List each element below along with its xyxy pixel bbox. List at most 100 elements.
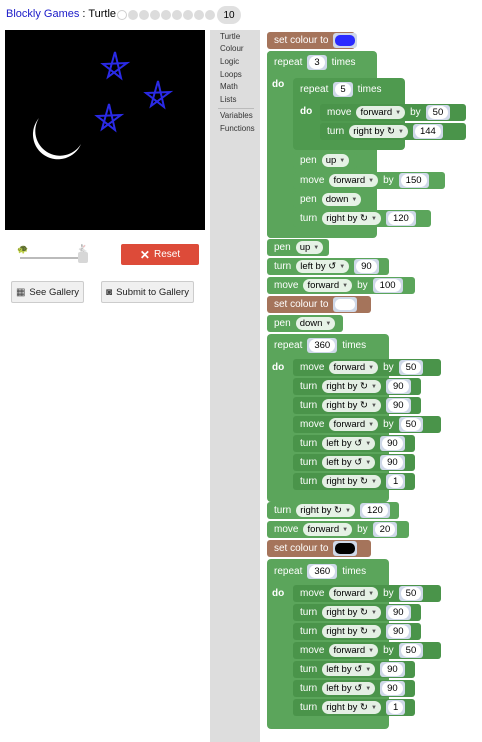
submit-gallery-button[interactable]: ◙ Submit to Gallery (101, 281, 194, 303)
repeat-header[interactable]: repeat 5 times (293, 81, 405, 98)
level-dot[interactable] (128, 10, 138, 20)
number-field[interactable]: 90 (387, 399, 409, 412)
number-socket[interactable]: 90 (380, 436, 405, 451)
level-dot[interactable] (183, 10, 193, 20)
number-field[interactable]: 90 (382, 456, 403, 469)
turn-dropdown[interactable]: right by ↻ ▼ (322, 399, 381, 412)
number-field[interactable]: 50 (427, 106, 449, 119)
number-field[interactable]: 90 (382, 663, 403, 676)
number-field[interactable]: 100 (374, 279, 401, 292)
colour-socket[interactable] (333, 33, 358, 48)
speed-slider-track[interactable] (20, 257, 84, 259)
number-socket[interactable]: 50 (425, 105, 451, 120)
level-dot[interactable] (139, 10, 149, 20)
block-workspace[interactable]: set colour to repeat 3 times do repeat 5… (260, 30, 482, 742)
number-socket[interactable]: 3 (307, 55, 327, 70)
move-block[interactable]: move forward ▼ by 50 (293, 416, 441, 433)
see-gallery-button[interactable]: ▦ See Gallery (11, 281, 84, 303)
number-socket[interactable]: 100 (372, 278, 403, 293)
toolbox-math[interactable]: Math (220, 82, 238, 91)
direction-dropdown[interactable]: forward ▼ (356, 106, 406, 119)
number-field[interactable]: 50 (400, 361, 422, 374)
number-socket[interactable]: 150 (398, 173, 429, 188)
number-field[interactable]: 360 (309, 565, 336, 578)
pen-block[interactable]: pen down ▼ (267, 315, 343, 332)
turn-block[interactable]: turn left by ↺ ▼ 90 (293, 680, 415, 697)
move-block[interactable]: move forward ▼ by 50 (293, 642, 441, 659)
number-field[interactable]: 20 (374, 523, 396, 536)
number-socket[interactable]: 360 (307, 338, 338, 353)
colour-swatch[interactable] (335, 543, 356, 554)
number-socket[interactable]: 90 (354, 259, 379, 274)
number-socket[interactable]: 120 (385, 211, 416, 226)
repeat-header[interactable]: repeat 360 times (267, 563, 389, 580)
turn-block[interactable]: turn right by ↻ ▼ 1 (293, 699, 415, 716)
number-field[interactable]: 90 (387, 625, 409, 638)
number-field[interactable]: 3 (309, 56, 325, 69)
move-block[interactable]: move forward ▼ by 150 (293, 172, 445, 189)
colour-swatch[interactable] (335, 299, 356, 310)
level-dot[interactable] (172, 10, 182, 20)
number-field[interactable]: 120 (387, 212, 414, 225)
reset-button[interactable]: ✕ Reset (121, 244, 199, 265)
move-block[interactable]: move forward ▼ by 20 (267, 521, 409, 538)
direction-dropdown[interactable]: forward ▼ (329, 418, 379, 431)
turn-block[interactable]: turn left by ↺ ▼ 90 (293, 661, 415, 678)
number-field[interactable]: 90 (387, 606, 409, 619)
turn-block[interactable]: turn left by ↺ ▼ 90 (293, 454, 415, 471)
turn-block[interactable]: turn right by ↻ ▼ 90 (293, 604, 421, 621)
colour-swatch[interactable] (335, 35, 356, 46)
move-block[interactable]: move forward ▼ by 100 (267, 277, 415, 294)
number-field[interactable]: 1 (387, 701, 404, 714)
turn-dropdown[interactable]: right by ↻ ▼ (322, 475, 381, 488)
number-field[interactable]: 144 (414, 125, 441, 138)
turn-block[interactable]: turn right by ↻ ▼ 120 (267, 502, 399, 519)
turn-block[interactable]: turn right by ↻ ▼ 90 (293, 623, 421, 640)
pen-dropdown[interactable]: up ▼ (295, 241, 324, 254)
number-socket[interactable]: 1 (385, 474, 406, 489)
turn-dropdown[interactable]: right by ↻ ▼ (322, 625, 381, 638)
number-field[interactable]: 90 (382, 437, 403, 450)
number-field[interactable]: 50 (400, 418, 422, 431)
number-field[interactable]: 90 (387, 380, 409, 393)
direction-dropdown[interactable]: forward ▼ (329, 174, 379, 187)
number-socket[interactable]: 5 (333, 82, 353, 97)
number-socket[interactable]: 90 (380, 455, 405, 470)
toolbox-functions[interactable]: Functions (220, 124, 255, 133)
level-dot[interactable] (194, 10, 204, 20)
number-socket[interactable]: 120 (359, 503, 390, 518)
number-socket[interactable]: 50 (398, 360, 424, 375)
number-socket[interactable]: 90 (385, 605, 411, 620)
direction-dropdown[interactable]: forward ▼ (303, 279, 353, 292)
number-socket[interactable]: 90 (380, 681, 405, 696)
turn-dropdown[interactable]: left by ↺ ▼ (322, 456, 376, 469)
turn-block[interactable]: turn right by ↻ ▼ 90 (293, 397, 421, 414)
level-dot[interactable] (161, 10, 171, 20)
pen-block[interactable]: pen down ▼ (293, 191, 371, 208)
number-socket[interactable]: 50 (398, 417, 424, 432)
number-field[interactable]: 120 (361, 504, 388, 517)
repeat-header[interactable]: repeat 3 times (267, 54, 377, 71)
toolbox-lists[interactable]: Lists (220, 95, 236, 104)
turn-block[interactable]: turn right by ↻ ▼ 90 (293, 378, 421, 395)
number-field[interactable]: 360 (309, 339, 336, 352)
turn-dropdown[interactable]: left by ↺ ▼ (322, 682, 376, 695)
number-socket[interactable]: 50 (398, 643, 424, 658)
toolbox-loops[interactable]: Loops (220, 70, 242, 79)
toolbox-variables[interactable]: Variables (220, 111, 253, 120)
number-socket[interactable]: 90 (380, 662, 405, 677)
set-colour-block[interactable]: set colour to (267, 32, 358, 49)
turn-dropdown[interactable]: left by ↺ ▼ (322, 663, 376, 676)
number-socket[interactable]: 90 (385, 624, 411, 639)
move-block[interactable]: move forward ▼ by 50 (293, 359, 441, 376)
colour-socket[interactable] (333, 297, 358, 312)
level-dot[interactable] (117, 10, 127, 20)
toolbox-colour[interactable]: Colour (220, 44, 244, 53)
app-title-link[interactable]: Blockly Games (6, 8, 79, 20)
turn-dropdown[interactable]: left by ↺ ▼ (322, 437, 376, 450)
number-socket[interactable]: 50 (398, 586, 424, 601)
number-field[interactable]: 50 (400, 644, 422, 657)
number-field[interactable]: 5 (335, 83, 351, 96)
number-field[interactable]: 50 (400, 587, 422, 600)
pen-dropdown[interactable]: down ▼ (295, 317, 336, 330)
